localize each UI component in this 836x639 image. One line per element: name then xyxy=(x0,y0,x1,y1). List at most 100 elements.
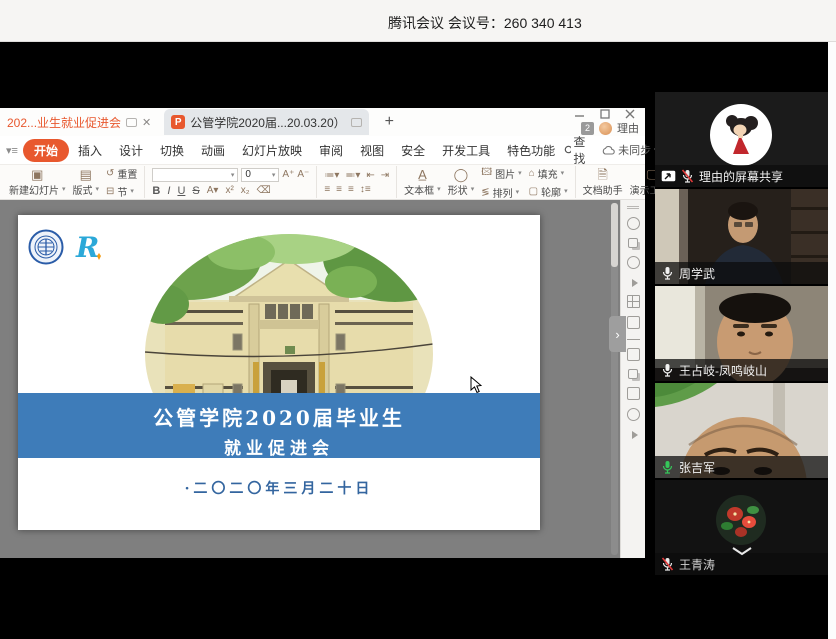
ribbon-tab-devtools[interactable]: 开发工具 xyxy=(434,139,498,162)
audio-icon[interactable] xyxy=(632,431,638,439)
picture-button[interactable]: 🖾图片▾ xyxy=(481,165,521,182)
ribbon-tab-transition[interactable]: 切换 xyxy=(152,139,192,162)
paragraph-group: ≔▾ ≕▾ ⇤ ⇥ ≡ ≡ ≡ ↕≡ xyxy=(317,166,397,198)
wps-presentation-icon: P xyxy=(171,115,185,129)
underline-button[interactable]: U xyxy=(177,185,185,197)
chart-panel-icon[interactable] xyxy=(627,316,640,329)
ribbon-tab-review[interactable]: 审阅 xyxy=(311,139,351,162)
selection-pane-icon[interactable] xyxy=(628,238,638,248)
video-tile-3[interactable]: 王占岐-凤鸣岐山 xyxy=(655,286,828,381)
align-left-icon[interactable]: ≡ xyxy=(324,184,330,195)
participant-name: 王青涛 xyxy=(679,556,715,573)
participant-label: 周学武 xyxy=(655,262,828,284)
layout-grid-icon[interactable] xyxy=(627,295,640,308)
doc-assistant-button[interactable]: 🗎 文档助手 xyxy=(583,168,623,197)
video-tile-2[interactable]: 周学武 xyxy=(655,189,828,284)
scrollbar-thumb[interactable] xyxy=(611,203,618,267)
sync-status-button[interactable]: 未同步▾ xyxy=(602,142,658,158)
clear-format-icon[interactable]: ⌫ xyxy=(257,185,271,196)
font-size-select[interactable]: 0▾ xyxy=(241,168,279,182)
ribbon-tab-design[interactable]: 设计 xyxy=(111,139,151,162)
slide-canvas[interactable]: R xyxy=(18,215,540,530)
line-spacing-icon[interactable]: ↕≡ xyxy=(360,184,371,195)
shapes-button[interactable]: ◯ 形状▾ xyxy=(448,168,475,197)
font-color-icon[interactable]: A▾ xyxy=(207,185,219,196)
search-icon xyxy=(564,145,571,156)
ribbon-tab-security[interactable]: 安全 xyxy=(393,139,433,162)
comment-panel-icon[interactable] xyxy=(627,387,640,400)
ribbon-tab-home[interactable]: 开始 xyxy=(23,139,69,162)
mic-muted-icon xyxy=(681,169,694,183)
bold-button[interactable]: B xyxy=(152,185,160,197)
font-family-select[interactable]: ▾ xyxy=(152,168,238,182)
wps-window: 202...业生就业促进会 ✕ P 公管学院2020届...20.03.20） … xyxy=(0,108,645,558)
close-icon[interactable] xyxy=(625,109,635,119)
contact-icon[interactable] xyxy=(627,256,640,269)
ribbon-toolbar: ▣ 新建幻灯片▾ ▤ 版式▾ ↺重置 ⊟节▾ ▾ xyxy=(0,164,645,200)
video-tile-4[interactable]: 张吉军 xyxy=(655,383,828,478)
collapse-videos-button[interactable] xyxy=(731,543,753,561)
play-icon[interactable] xyxy=(632,279,638,287)
text-box-button[interactable]: A̲ 文本框▾ xyxy=(404,168,441,197)
account-avatar xyxy=(599,122,612,135)
vertical-scrollbar[interactable] xyxy=(611,203,618,555)
numbering-icon[interactable]: ≕▾ xyxy=(345,170,360,181)
tab-close-icon[interactable]: ✕ xyxy=(142,116,151,129)
ribbon-find[interactable]: 查找 xyxy=(564,133,589,167)
ribbon-tab-special[interactable]: 特色功能 xyxy=(499,139,563,162)
ribbon-tab-view[interactable]: 视图 xyxy=(352,139,392,162)
mic-on-icon xyxy=(661,363,674,377)
slide-group: ▣ 新建幻灯片▾ ▤ 版式▾ ↺重置 ⊟节▾ xyxy=(2,166,145,198)
maximize-icon[interactable] xyxy=(600,109,610,119)
account-block[interactable]: 2 理由 xyxy=(581,120,639,136)
italic-button[interactable]: I xyxy=(167,185,170,197)
sidebar-handle-icon[interactable] xyxy=(627,206,639,209)
filter-settings-icon[interactable] xyxy=(627,339,640,340)
indent-icon[interactable]: ⇥ xyxy=(381,170,389,181)
export-icon[interactable] xyxy=(628,369,638,379)
fill-button[interactable]: ⌂填充▾ xyxy=(529,166,568,181)
outline-button[interactable]: ▢轮廓▾ xyxy=(529,184,568,199)
grow-font-icon[interactable]: A⁺ xyxy=(282,169,294,180)
superscript-icon[interactable]: x² xyxy=(225,185,233,196)
slide-logos[interactable]: R xyxy=(28,229,104,265)
mouse-cursor xyxy=(470,376,482,399)
outdent-icon[interactable]: ⇤ xyxy=(366,170,374,181)
ribbon-tab-animation[interactable]: 动画 xyxy=(193,139,233,162)
ribbon-tab-slideshow[interactable]: 幻灯片放映 xyxy=(234,139,310,162)
bullets-icon[interactable]: ≔▾ xyxy=(324,170,339,181)
media-icon[interactable] xyxy=(627,408,640,421)
ribbon-tab-insert[interactable]: 插入 xyxy=(70,139,110,162)
align-center-icon[interactable]: ≡ xyxy=(336,184,342,195)
cartoon-girl-avatar xyxy=(721,112,761,158)
reset-button[interactable]: ↺重置 xyxy=(106,166,137,181)
university-seal-logo xyxy=(28,229,64,265)
shrink-font-icon[interactable]: A⁻ xyxy=(297,169,309,180)
properties-icon[interactable] xyxy=(627,217,640,230)
document-tab-2-active[interactable]: P 公管学院2020届...20.03.20） xyxy=(164,109,368,135)
document-tab-1-label: 202...业生就业促进会 xyxy=(7,114,121,131)
slide-date-area[interactable]: ·二〇二〇年三月二十日 xyxy=(18,458,540,530)
insert-group: A̲ 文本框▾ ◯ 形状▾ 🖾图片▾ ≶排列▾ ⌂填充▾ ▢轮廓▾ xyxy=(397,166,575,198)
new-tab-button[interactable]: + xyxy=(385,113,394,131)
meeting-title: 腾讯会议 会议号：260 340 413 xyxy=(388,13,582,33)
video-tile-sharer[interactable]: 理由的屏幕共享 xyxy=(655,92,828,187)
subscript-icon[interactable]: x₂ xyxy=(241,185,250,196)
document-tab-1[interactable]: 202...业生就业促进会 ✕ xyxy=(0,109,158,135)
strikethrough-button[interactable]: S xyxy=(192,185,199,197)
section-button[interactable]: ⊟节▾ xyxy=(106,184,137,199)
video-tile-5[interactable]: 王青涛 xyxy=(655,480,828,575)
new-slide-icon: ▣ xyxy=(31,168,43,181)
screen-share-icon xyxy=(661,170,676,182)
image-doc-icon[interactable] xyxy=(627,348,640,361)
ribbon-tab-bar: ▾≡ 开始 插入 设计 切换 动画 幻灯片放映 审阅 视图 安全 开发工具 特色… xyxy=(0,136,645,164)
arrange-button[interactable]: ≶排列▾ xyxy=(481,185,521,200)
new-slide-button[interactable]: ▣ 新建幻灯片▾ xyxy=(9,168,66,197)
meeting-title-bar: 腾讯会议 会议号：260 340 413 xyxy=(0,0,836,42)
layout-button[interactable]: ▤ 版式▾ xyxy=(73,168,100,197)
align-right-icon[interactable]: ≡ xyxy=(348,184,354,195)
expand-panel-button[interactable]: › xyxy=(609,316,626,352)
menu-burger-icon[interactable]: ▾≡ xyxy=(6,144,18,157)
slide-title-banner[interactable]: 公管学院2020届毕业生 就业促进会 xyxy=(18,393,540,458)
minimize-icon[interactable] xyxy=(575,109,585,119)
